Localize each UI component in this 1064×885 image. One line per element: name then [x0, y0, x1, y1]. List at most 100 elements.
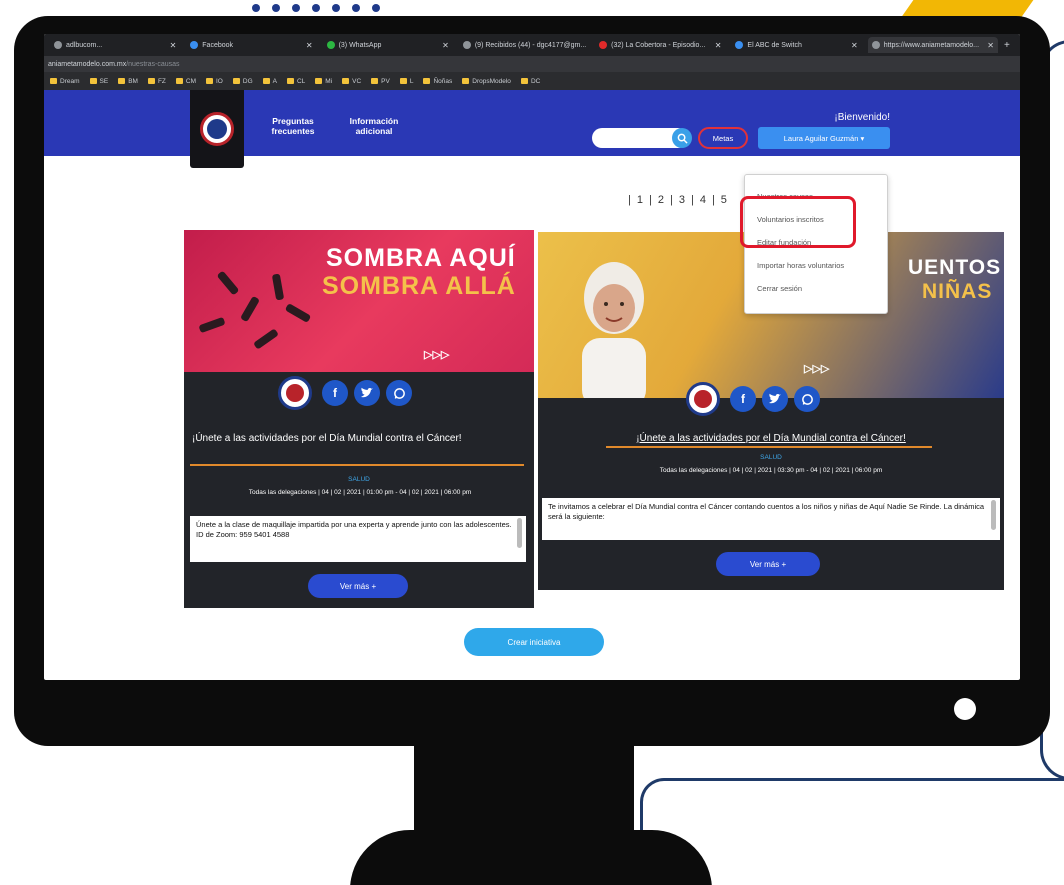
whatsapp-favicon-icon — [326, 41, 335, 49]
page-link[interactable]: 1 — [637, 194, 643, 206]
page-separator: | — [690, 194, 694, 206]
event-schedule: Todas las delegaciones | 04 | 02 | 2021 … — [248, 489, 472, 496]
bookmark-item[interactable]: SE — [89, 78, 108, 85]
browser-tab[interactable]: (32) La Cobertora - Episodio... ✕ — [595, 37, 725, 53]
whatsapp-share-icon[interactable] — [386, 380, 412, 406]
tab-close-icon[interactable]: ✕ — [170, 41, 177, 50]
browser-tab-bar: adlbucom... ✕ Facebook ✕ (3) WhatsApp ✕ … — [44, 34, 1020, 56]
twitter-share-icon[interactable] — [354, 380, 380, 406]
bookmark-item[interactable]: PV — [371, 78, 390, 85]
bookmark-item[interactable]: BM — [118, 78, 138, 85]
bookmark-label: Ñoñas — [433, 77, 453, 85]
bookmark-item[interactable]: FZ — [147, 77, 166, 85]
logo-emblem-icon — [200, 112, 234, 146]
address-bar[interactable]: aniametamodelo.com.mx /nuestras-causas — [44, 56, 1020, 72]
browser-tab[interactable]: El ABC de Switch ✕ — [731, 37, 861, 53]
banner-headline: UENTOS — [908, 256, 1002, 279]
page-link[interactable]: 3 — [679, 194, 685, 206]
description-scrollbar[interactable] — [991, 500, 996, 530]
page-separator: | — [669, 194, 673, 206]
bookmark-item[interactable]: CL — [286, 78, 305, 85]
browser-tab[interactable]: Facebook ✕ — [186, 37, 316, 53]
nav-preguntas-frecuentes[interactable]: Preguntas frecuentes — [258, 116, 328, 136]
folder-icon — [399, 78, 407, 84]
facebook-share-icon[interactable]: f — [730, 386, 756, 412]
user-menu-button[interactable]: Laura Aguilar Guzmán ▾ — [758, 127, 890, 149]
browser-tab-active[interactable]: https://www.aniametamodelo... ✕ — [867, 37, 998, 53]
browser-tab[interactable]: adlbucom... ✕ — [50, 37, 180, 53]
event-card: SOMBRA AQUÍ SOMBRA ALLÁ ▷▷▷ f ¡Únete a l… — [184, 230, 534, 608]
folder-icon — [371, 78, 379, 84]
folder-icon — [342, 78, 350, 84]
bookmarks-bar: Dream SE BM FZ CM IO DG A CL Mi VC PV L … — [44, 72, 1020, 90]
page-link[interactable]: 4 — [700, 194, 706, 206]
facebook-favicon-icon — [190, 41, 199, 49]
banner-headline: SOMBRA AQUÍ — [326, 244, 516, 272]
bookmark-item[interactable]: Dream — [50, 78, 80, 85]
folder-icon — [175, 78, 183, 84]
banner-subheadline: SOMBRA ALLÁ — [322, 272, 516, 300]
url-path: /nuestras-causas — [126, 60, 180, 68]
browser-tab[interactable]: (3) WhatsApp ✕ — [323, 37, 453, 53]
tab-close-icon[interactable]: ✕ — [987, 41, 994, 50]
page-separator: | — [648, 194, 652, 206]
event-title: ¡Únete a las actividades por el Día Mund… — [192, 433, 462, 444]
folder-icon — [89, 78, 97, 84]
power-led — [954, 698, 976, 720]
bookmark-item[interactable]: DropsModelo — [462, 78, 511, 85]
bookmark-item[interactable]: DG — [232, 77, 253, 85]
event-title[interactable]: ¡Únete a las actividades por el Día Mund… — [538, 432, 1004, 446]
folder-icon — [50, 78, 57, 84]
bookmark-item[interactable]: DC — [520, 78, 540, 85]
bookmark-item[interactable]: L — [399, 77, 414, 85]
page-separator: | — [628, 194, 631, 206]
girl-photo-graphic — [582, 262, 646, 398]
bookmark-label: FZ — [157, 77, 166, 85]
description-scrollbar[interactable] — [517, 518, 522, 548]
bookmark-item[interactable]: Mi — [315, 78, 332, 85]
folder-icon — [232, 78, 240, 84]
lipstick-graphic — [216, 270, 240, 296]
metas-button[interactable]: Metas — [698, 127, 748, 149]
ver-mas-button[interactable]: Ver más + — [308, 574, 408, 598]
pagination: | 1 | 2 | 3 | 4 | 5 — [628, 194, 727, 206]
bookmark-item[interactable]: A — [262, 78, 277, 85]
nav-informacion-adicional[interactable]: Información adicional — [336, 116, 412, 136]
tab-close-icon[interactable]: ✕ — [851, 41, 858, 50]
site-logo[interactable] — [190, 90, 244, 168]
whatsapp-share-icon[interactable] — [794, 386, 820, 412]
new-tab-icon[interactable]: + — [1004, 40, 1014, 51]
bookmark-item[interactable]: IO — [206, 78, 223, 85]
bookmark-item[interactable]: VC — [342, 78, 361, 85]
page-link[interactable]: 5 — [721, 194, 727, 206]
tab-close-icon[interactable]: ✕ — [442, 41, 449, 50]
bookmark-label: L — [409, 77, 414, 85]
event-schedule: Todas las delegaciones | 04 | 02 | 2021 … — [659, 467, 883, 474]
youtube-favicon-icon — [599, 41, 608, 49]
lipstick-graphic — [253, 328, 279, 350]
bookmark-label: DropsModelo — [472, 77, 511, 85]
lipstick-graphic — [198, 316, 226, 334]
event-banner-image: SOMBRA AQUÍ SOMBRA ALLÁ ▷▷▷ — [184, 230, 534, 372]
browser-tab[interactable]: (9) Recibidos (44) - dgc4177@gm... ✕ — [459, 37, 589, 53]
search-button[interactable] — [672, 128, 692, 148]
tab-close-icon[interactable]: ✕ — [715, 41, 722, 50]
bookmark-label: Mi — [325, 77, 333, 85]
bookmark-item[interactable]: CM — [175, 78, 196, 85]
page-link[interactable]: 2 — [658, 194, 664, 206]
title-underline — [606, 446, 932, 448]
menu-item-cerrar-sesion[interactable]: Cerrar sesión — [745, 277, 887, 300]
crear-iniciativa-button[interactable]: Crear iniciativa — [464, 628, 604, 656]
bookmark-label: DG — [242, 77, 253, 85]
welcome-text: ¡Bienvenido! — [834, 112, 890, 123]
foundation-logo-icon — [278, 376, 312, 410]
twitter-share-icon[interactable] — [762, 386, 788, 412]
ver-mas-button[interactable]: Ver más + — [716, 552, 820, 576]
menu-item-importar-horas[interactable]: Importar horas voluntarios — [745, 254, 887, 277]
folder-icon — [520, 78, 528, 84]
bookmark-item[interactable]: Ñoñas — [423, 78, 452, 85]
facebook-share-icon[interactable]: f — [322, 380, 348, 406]
tab-close-icon[interactable]: ✕ — [306, 41, 313, 50]
event-description-text: Te invitamos a celebrar el Día Mundial c… — [548, 502, 985, 521]
search-icon — [677, 133, 688, 144]
